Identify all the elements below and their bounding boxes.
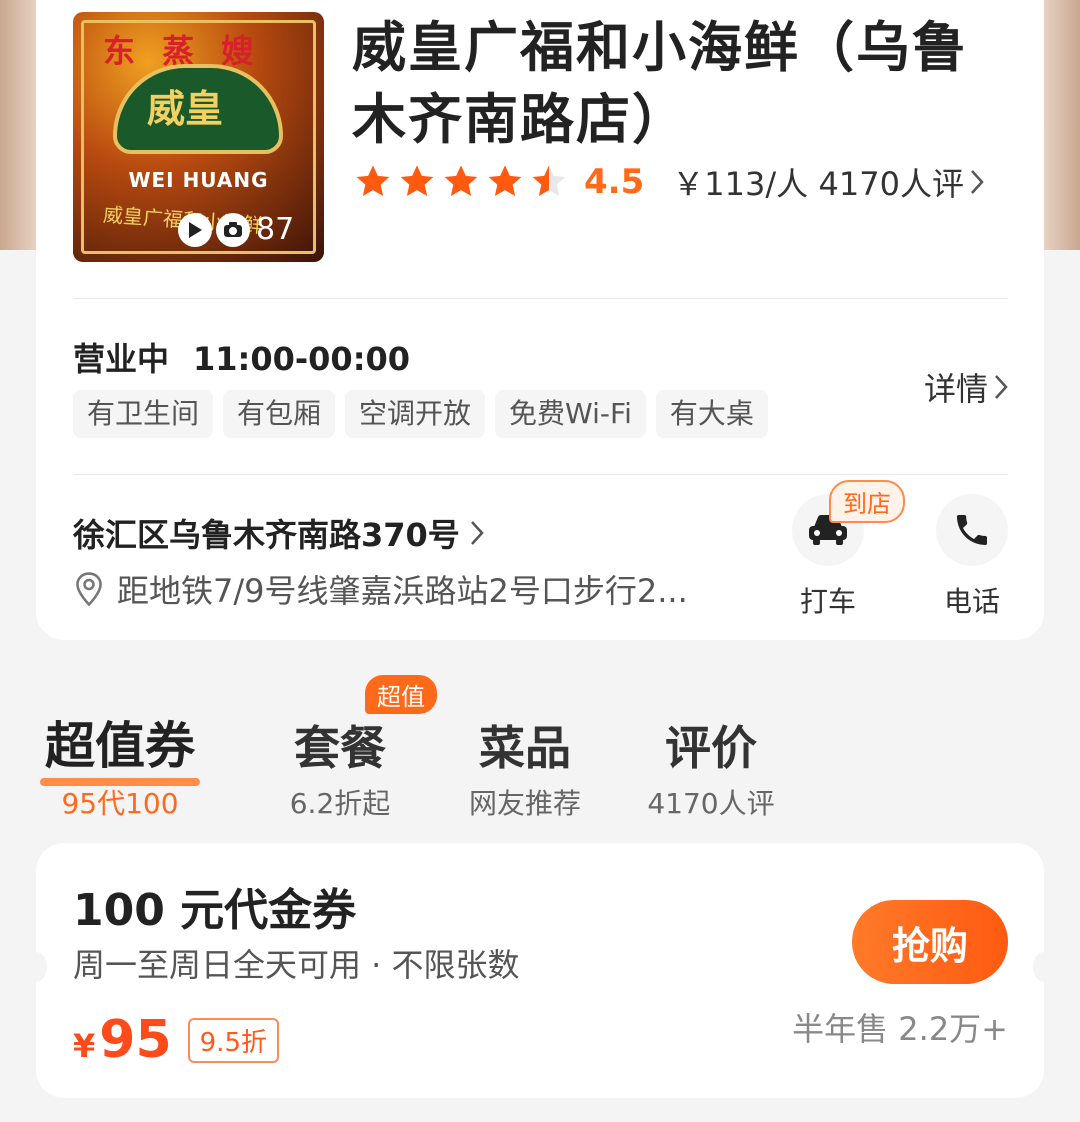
coupon-description: 周一至周日全天可用 · 不限张数 — [73, 946, 520, 984]
open-status: 营业中 — [73, 340, 170, 378]
facility-tag: 有包厢 — [223, 390, 336, 438]
tab-subtitle: 95代100 — [61, 787, 179, 820]
tab-title: 套餐 — [294, 721, 386, 775]
review-count: 4170人评 — [818, 165, 964, 203]
active-tab-indicator — [40, 778, 200, 786]
rating-value: 4.5 — [584, 162, 645, 202]
facility-tag: 有卫生间 — [73, 390, 214, 438]
facility-tags: 有卫生间 有包厢 空调开放 免费Wi-Fi 有大桌 — [73, 390, 768, 438]
coupon-notch — [1033, 952, 1055, 982]
details-label: 详情 — [923, 370, 988, 408]
shop-cover-image[interactable]: 东 蒸 嫂 威皇 WEI HUANG 威皇广福和小海鲜 87 — [73, 12, 324, 262]
location-pin-icon — [76, 572, 102, 607]
facility-tag: 免费Wi-Fi — [495, 390, 646, 438]
divider — [73, 298, 1008, 299]
star-icon — [400, 165, 434, 196]
phone-label: 电话 — [943, 585, 1000, 618]
shop-title: 威皇广福和小海鲜（乌鲁木齐南路店） — [352, 16, 968, 151]
star-icon — [488, 165, 522, 196]
tab-dishes[interactable]: 菜品 网友推荐 — [460, 712, 590, 822]
coupon-notch — [25, 952, 47, 982]
arrive-badge: 到店 — [829, 480, 905, 523]
tab-title: 评价 — [665, 721, 757, 775]
tab-reviews[interactable]: 评价 4170人评 — [640, 712, 782, 822]
star-icon — [444, 165, 478, 196]
facility-tag: 有大桌 — [655, 390, 768, 438]
tab-subtitle: 网友推荐 — [468, 787, 581, 820]
tab-title: 超值券 — [45, 717, 195, 775]
subway-text: 距地铁7/9号线肇嘉浜路站2号口步行2... — [117, 572, 688, 610]
currency-symbol: ¥ — [73, 1027, 96, 1065]
facility-tag: 空调开放 — [345, 390, 486, 438]
camera-icon — [216, 212, 250, 247]
business-hours: 11:00-00:00 — [193, 340, 411, 378]
tab-title: 菜品 — [479, 721, 571, 775]
review-count-link[interactable]: 4170人评 — [819, 159, 984, 205]
chevron-right-icon — [470, 521, 484, 545]
sold-count: 半年售 2.2万+ — [792, 1010, 1008, 1048]
rating-row: 4.5 ￥113/人 4170人评 — [352, 158, 1012, 206]
cover-logo-en: WEI HUANG — [128, 168, 269, 192]
media-count: 87 — [256, 212, 295, 247]
star-icon — [356, 165, 390, 196]
half-star-icon — [532, 165, 566, 196]
tab-vouchers[interactable]: 超值券 95代100 — [40, 706, 200, 822]
tab-subtitle: 6.2折起 — [289, 787, 391, 820]
business-status: 营业中 11:00-00:00 — [73, 334, 410, 380]
details-link[interactable]: 详情 — [924, 364, 1008, 410]
deal-tabs: 超值券 95代100 套餐 6.2折起 菜品 网友推荐 评价 4170人评 — [40, 700, 1040, 820]
tab-subtitle: 4170人评 — [647, 787, 775, 820]
divider — [73, 474, 1008, 475]
address-link[interactable]: 徐汇区乌鲁木齐南路370号 — [73, 510, 484, 556]
price-per-person: ￥113/人 — [672, 165, 809, 203]
rating-stars — [352, 162, 570, 202]
buy-button[interactable]: 抢购 — [852, 900, 1008, 984]
cover-media-indicator: 87 — [178, 212, 294, 247]
phone-icon — [957, 515, 987, 545]
tab-set-meals[interactable]: 套餐 6.2折起 — [278, 712, 402, 822]
phone-button[interactable]: 电话 — [922, 494, 1022, 620]
phone-icon-wrap — [936, 494, 1008, 566]
coupon-title: 100 元代金券 — [73, 885, 357, 936]
taxi-label: 打车 — [799, 585, 856, 618]
chevron-right-icon — [995, 375, 1008, 399]
discount-badge: 9.5折 — [187, 1017, 279, 1063]
coupon-price-value: 95 — [99, 1010, 172, 1070]
chevron-right-icon — [971, 170, 984, 194]
play-icon — [178, 212, 212, 247]
subway-info: 距地铁7/9号线肇嘉浜路站2号口步行2... — [73, 566, 688, 612]
cover-logo-text: 威皇 — [147, 86, 224, 131]
address-text: 徐汇区乌鲁木齐南路370号 — [73, 516, 460, 554]
coupon-price: ¥ 95 9.5折 — [73, 1010, 279, 1070]
